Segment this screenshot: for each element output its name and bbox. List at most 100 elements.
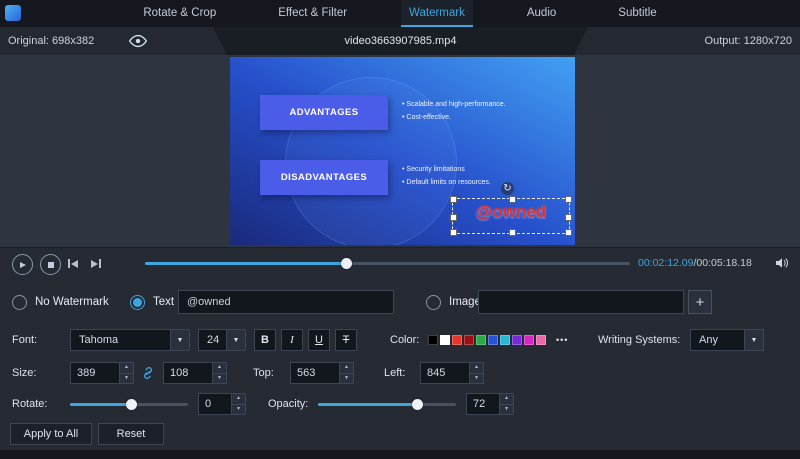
spin-down-icon[interactable]: ▼ (470, 374, 483, 384)
tab-bar: Rotate & Crop Effect & Filter Watermark … (0, 0, 800, 27)
reset-button[interactable]: Reset (98, 423, 164, 445)
time-display: 00:02:12.09/00:05:18.18 (638, 257, 752, 269)
prev-frame-button[interactable] (68, 259, 78, 268)
watermark-text-input[interactable]: @owned (178, 290, 394, 314)
writing-systems-label: Writing Systems: (598, 329, 680, 351)
spin-up-icon[interactable]: ▲ (470, 363, 483, 374)
text-watermark-label: Text (153, 296, 174, 308)
add-image-button[interactable]: + (688, 290, 712, 314)
color-swatch[interactable] (428, 335, 438, 345)
spinner-buttons[interactable]: ▲▼ (339, 363, 353, 383)
left-spinbox[interactable]: 845 ▲▼ (420, 362, 484, 384)
image-path-input[interactable] (478, 290, 684, 314)
opacity-value: 72 (467, 394, 499, 414)
seek-slider[interactable] (145, 257, 630, 269)
top-spinbox[interactable]: 563 ▲▼ (290, 362, 354, 384)
spin-up-icon[interactable]: ▲ (213, 363, 226, 374)
color-swatch[interactable] (512, 335, 522, 345)
tab-effect-filter[interactable]: Effect & Filter (270, 0, 355, 27)
writing-systems-value: Any (691, 330, 744, 350)
slider-thumb[interactable] (126, 399, 137, 410)
radio-icon (12, 295, 27, 310)
writing-systems-select[interactable]: Any ▼ (690, 329, 764, 351)
strikethrough-button[interactable]: T (335, 329, 357, 351)
resize-handle[interactable] (565, 229, 572, 236)
height-spinbox[interactable]: 108 ▲▼ (163, 362, 227, 384)
spin-down-icon[interactable]: ▼ (232, 405, 245, 415)
opacity-slider[interactable] (318, 398, 456, 410)
filename-band: video3663907985.mp4 (213, 27, 588, 55)
no-watermark-radio[interactable]: No Watermark (12, 290, 109, 314)
eye-preview-icon[interactable] (128, 33, 148, 52)
font-family-select[interactable]: Tahoma ▼ (70, 329, 190, 351)
no-watermark-label: No Watermark (35, 296, 109, 308)
tab-rotate-crop[interactable]: Rotate & Crop (135, 0, 224, 27)
spin-up-icon[interactable]: ▲ (340, 363, 353, 374)
spinner-buttons[interactable]: ▲▼ (119, 363, 133, 383)
color-label: Color: (390, 329, 419, 351)
more-colors-button[interactable]: ••• (556, 329, 568, 351)
spinner-buttons[interactable]: ▲▼ (212, 363, 226, 383)
opacity-spinbox[interactable]: 72 ▲▼ (466, 393, 514, 415)
resize-handle[interactable] (450, 196, 457, 203)
resize-handle[interactable] (565, 196, 572, 203)
spin-down-icon[interactable]: ▼ (120, 374, 133, 384)
color-swatch[interactable] (452, 335, 462, 345)
spin-down-icon[interactable]: ▼ (500, 405, 513, 415)
resize-handle[interactable] (450, 214, 457, 221)
spinner-buttons[interactable]: ▲▼ (469, 363, 483, 383)
slider-thumb[interactable] (412, 399, 423, 410)
bold-button[interactable]: B (254, 329, 276, 351)
color-swatch[interactable] (524, 335, 534, 345)
app-icon (5, 5, 21, 21)
color-swatch[interactable] (500, 335, 510, 345)
spin-down-icon[interactable]: ▼ (340, 374, 353, 384)
spin-up-icon[interactable]: ▲ (120, 363, 133, 374)
color-swatch[interactable] (464, 335, 474, 345)
apply-to-all-button[interactable]: Apply to All (10, 423, 92, 445)
rotate-slider[interactable] (70, 398, 188, 410)
color-swatch[interactable] (476, 335, 486, 345)
width-value: 389 (71, 363, 119, 383)
italic-button[interactable]: I (281, 329, 303, 351)
rotate-spinbox[interactable]: 0 ▲▼ (198, 393, 246, 415)
tab-subtitle[interactable]: Subtitle (610, 0, 664, 27)
left-label: Left: (384, 362, 405, 384)
underline-button[interactable]: U (308, 329, 330, 351)
original-size-label: Original: 698x382 (8, 27, 94, 55)
color-swatch[interactable] (488, 335, 498, 345)
resize-handle[interactable] (450, 229, 457, 236)
tab-audio[interactable]: Audio (519, 0, 564, 27)
font-size-select[interactable]: 24 ▼ (198, 329, 246, 351)
radio-selected-icon (130, 295, 145, 310)
play-icon (20, 262, 26, 268)
radio-icon (426, 295, 441, 310)
seek-thumb[interactable] (341, 258, 352, 269)
link-aspect-icon[interactable] (140, 365, 156, 384)
image-watermark-label: Image (449, 296, 481, 308)
rotate-value: 0 (199, 394, 231, 414)
resize-handle[interactable] (509, 229, 516, 236)
volume-icon[interactable] (774, 256, 790, 273)
stop-button[interactable] (40, 254, 61, 275)
rotate-handle-icon[interactable]: ↻ (501, 182, 514, 195)
watermark-selection-box[interactable]: ↻ @owned (452, 198, 570, 234)
color-swatch[interactable] (440, 335, 450, 345)
image-watermark-radio[interactable]: Image (426, 290, 481, 314)
spin-up-icon[interactable]: ▲ (500, 394, 513, 405)
text-watermark-radio[interactable]: Text (130, 290, 174, 314)
color-swatch[interactable] (536, 335, 546, 345)
watermark-text[interactable]: @owned (453, 202, 569, 222)
next-frame-button[interactable] (91, 259, 101, 268)
resize-handle[interactable] (565, 214, 572, 221)
spin-down-icon[interactable]: ▼ (213, 374, 226, 384)
app-window: Rotate & Crop Effect & Filter Watermark … (0, 0, 800, 459)
resize-handle[interactable] (509, 196, 516, 203)
play-button[interactable] (12, 254, 33, 275)
spinner-buttons[interactable]: ▲▼ (231, 394, 245, 414)
spin-up-icon[interactable]: ▲ (232, 394, 245, 405)
width-spinbox[interactable]: 389 ▲▼ (70, 362, 134, 384)
spinner-buttons[interactable]: ▲▼ (499, 394, 513, 414)
tab-watermark[interactable]: Watermark (401, 0, 473, 27)
video-canvas[interactable]: ADVANTAGES Scalable and high-performance… (230, 57, 575, 245)
